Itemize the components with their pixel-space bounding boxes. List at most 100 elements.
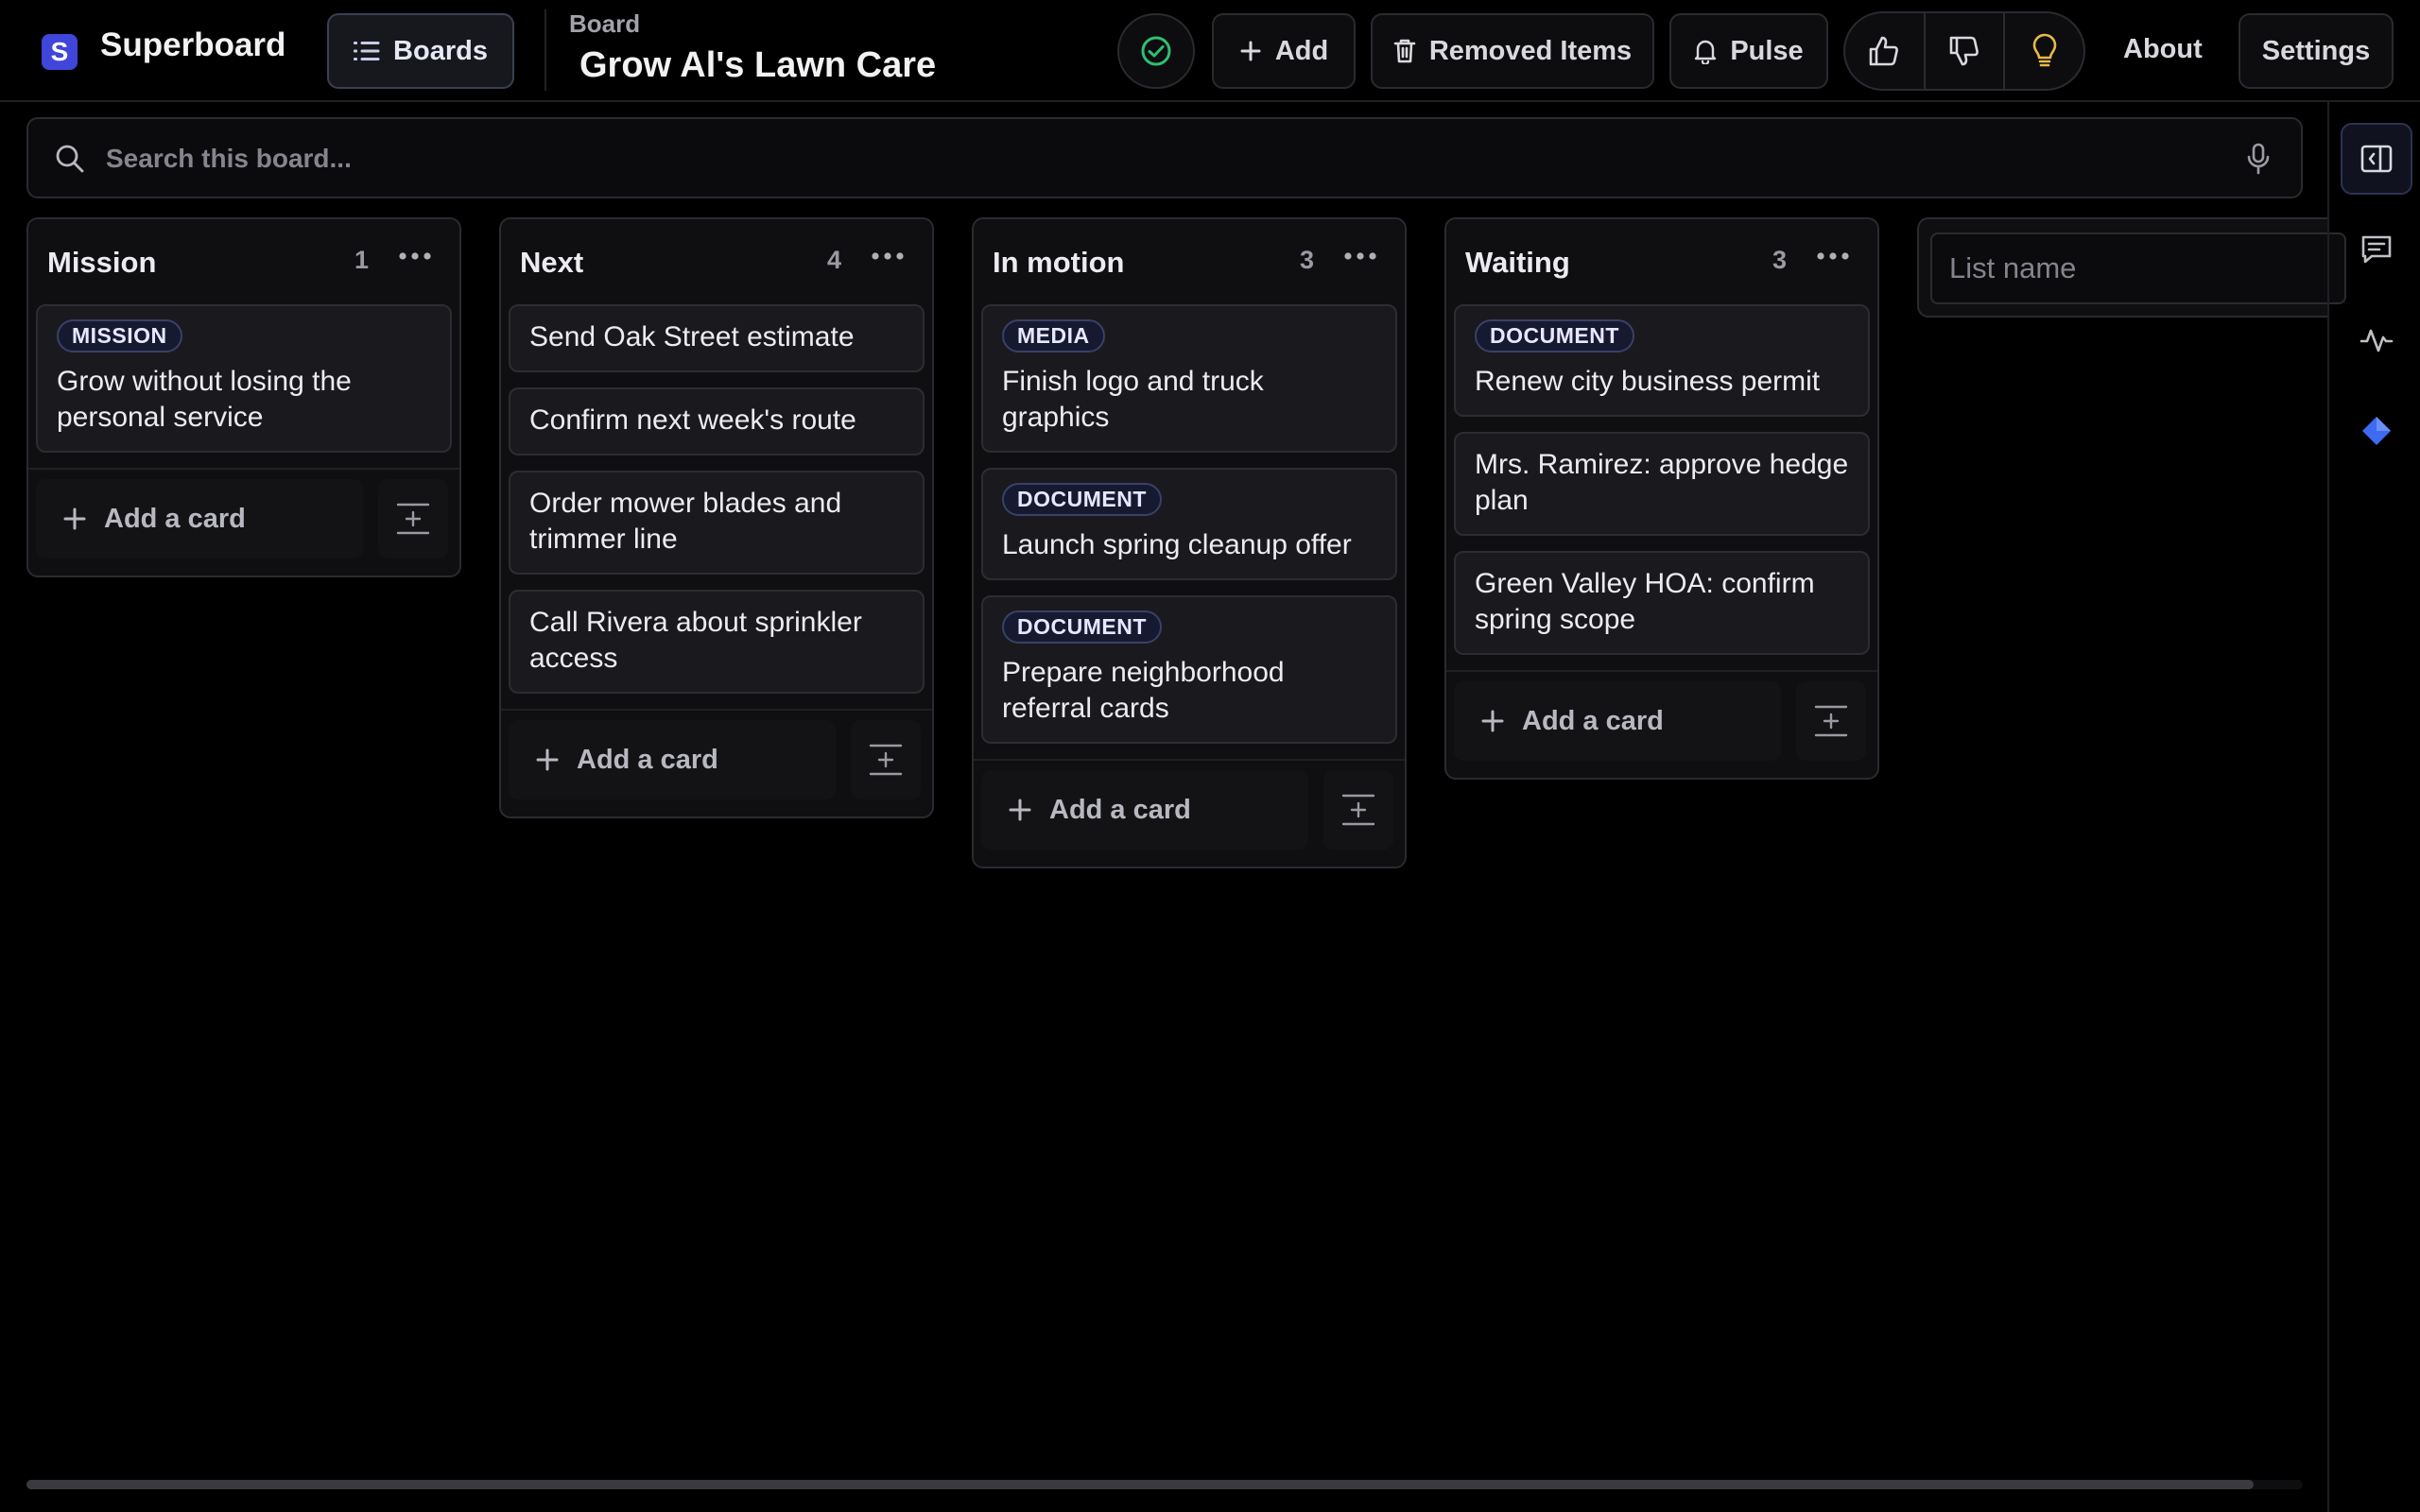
pulse-button[interactable]: Pulse	[1669, 13, 1828, 89]
horizontal-scrollbar-thumb[interactable]	[26, 1480, 2254, 1489]
header-divider	[544, 9, 546, 91]
removed-items-label: Removed Items	[1428, 35, 1633, 66]
thumbs-up-button[interactable]	[1845, 13, 1926, 89]
settings-button-label: Settings	[2261, 35, 2371, 66]
plus-icon	[1239, 40, 1262, 62]
list-count: 3	[1299, 246, 1314, 274]
right-rail	[2327, 102, 2420, 1512]
trash-icon	[1393, 38, 1416, 64]
list-count: 4	[826, 246, 841, 274]
more-icon[interactable]	[399, 251, 431, 261]
template-icon	[1814, 704, 1848, 738]
card-title: Prepare neighborhood referral cards	[1002, 657, 1285, 724]
new-list-panel	[1917, 217, 2346, 318]
ai-assistant-button[interactable]	[2341, 395, 2412, 467]
card-template-button[interactable]	[378, 479, 448, 558]
pulse-button-label: Pulse	[1730, 35, 1804, 66]
template-icon	[1341, 793, 1375, 827]
card-title: Confirm next week's route	[529, 404, 856, 436]
check-circle-icon	[1139, 34, 1173, 68]
card[interactable]: Send Oak Street estimate	[509, 304, 925, 372]
plus-icon	[535, 747, 560, 772]
list-name-input[interactable]	[1930, 232, 2346, 304]
add-card-button[interactable]: Add a card	[509, 720, 836, 799]
list-title[interactable]: Mission	[47, 246, 156, 280]
thumbs-down-icon	[1947, 34, 1981, 68]
add-card-button[interactable]: Add a card	[1454, 681, 1781, 761]
card-title: Green Valley HOA: confirm spring scope	[1475, 568, 1815, 635]
card-title: Renew city business permit	[1475, 366, 1821, 397]
card-template-button[interactable]	[1796, 681, 1866, 761]
board-label: Board	[569, 9, 641, 38]
app-logo[interactable]: S	[42, 34, 78, 70]
list-waiting: Waiting 3 DOCUMENT Renew city business p…	[1444, 217, 1879, 780]
sidebar-toggle-button[interactable]	[2341, 123, 2412, 195]
microphone-icon[interactable]	[2246, 142, 2271, 176]
card-title: Grow without losing the personal service	[57, 366, 352, 433]
more-icon[interactable]	[872, 251, 904, 261]
card[interactable]: Mrs. Ramirez: approve hedge plan	[1454, 432, 1870, 536]
card-title: Finish logo and truck graphics	[1002, 366, 1264, 433]
card-tag: DOCUMENT	[1002, 483, 1162, 516]
board-search	[26, 117, 2303, 198]
card-title: Mrs. Ramirez: approve hedge plan	[1475, 449, 1849, 516]
card-tag: DOCUMENT	[1475, 319, 1634, 352]
activity-icon	[2360, 326, 2394, 354]
card-tag: MISSION	[57, 319, 182, 352]
list-next: Next 4 Send Oak Street estimate Confirm …	[499, 217, 934, 818]
sidebar-toggle-icon	[2360, 145, 2393, 173]
card[interactable]: Call Rivera about sprinkler access	[509, 590, 925, 694]
gem-icon	[2360, 415, 2393, 447]
card[interactable]: DOCUMENT Prepare neighborhood referral c…	[981, 595, 1397, 744]
bell-icon	[1694, 38, 1717, 64]
thumbs-down-button[interactable]	[1926, 13, 2006, 89]
card[interactable]: Green Valley HOA: confirm spring scope	[1454, 551, 1870, 655]
add-card-button[interactable]: Add a card	[981, 770, 1308, 850]
board-title[interactable]: Grow Al's Lawn Care	[579, 45, 936, 86]
template-icon	[396, 502, 430, 536]
settings-button[interactable]: Settings	[2238, 13, 2394, 89]
search-input[interactable]	[104, 136, 2187, 181]
boards-button-label: Boards	[393, 35, 488, 66]
about-link[interactable]: About	[2123, 34, 2203, 65]
boards-button[interactable]: Boards	[327, 13, 514, 89]
template-icon	[869, 743, 903, 777]
list-title[interactable]: In motion	[993, 246, 1124, 280]
add-card-button[interactable]: Add a card	[36, 479, 363, 558]
thumbs-up-icon	[1867, 34, 1901, 68]
comments-button[interactable]	[2341, 214, 2412, 285]
list-title[interactable]: Waiting	[1465, 246, 1570, 280]
card[interactable]: MEDIA Finish logo and truck graphics	[981, 304, 1397, 453]
list-icon	[354, 40, 380, 62]
more-icon[interactable]	[1817, 251, 1849, 261]
list-title[interactable]: Next	[520, 246, 583, 280]
card[interactable]: DOCUMENT Launch spring cleanup offer	[981, 468, 1397, 580]
sync-status-button[interactable]	[1117, 13, 1195, 89]
lightbulb-icon	[2031, 33, 2059, 69]
plus-icon	[62, 507, 87, 531]
add-button[interactable]: Add	[1212, 13, 1356, 89]
card-template-button[interactable]	[851, 720, 921, 799]
comment-icon	[2360, 234, 2393, 265]
card[interactable]: Confirm next week's route	[509, 387, 925, 455]
removed-items-button[interactable]: Removed Items	[1371, 13, 1654, 89]
top-bar: S Superboard Boards Board Grow Al's Lawn…	[0, 0, 2420, 102]
card-title: Order mower blades and trimmer line	[529, 488, 842, 555]
card-title: Send Oak Street estimate	[529, 321, 855, 352]
list-in-motion: In motion 3 MEDIA Finish logo and truck …	[972, 217, 1407, 868]
list-mission: Mission 1 MISSION Grow without losing th…	[26, 217, 461, 577]
card-template-button[interactable]	[1323, 770, 1393, 850]
plus-icon	[1480, 709, 1505, 733]
search-icon	[55, 144, 85, 174]
idea-button[interactable]	[2005, 13, 2083, 89]
more-icon[interactable]	[1344, 251, 1376, 261]
card[interactable]: MISSION Grow without losing the personal…	[36, 304, 452, 453]
card[interactable]: Order mower blades and trimmer line	[509, 471, 925, 575]
card-title: Call Rivera about sprinkler access	[529, 607, 862, 674]
app-name[interactable]: Superboard	[100, 26, 285, 64]
card[interactable]: DOCUMENT Renew city business permit	[1454, 304, 1870, 417]
activity-button[interactable]	[2341, 304, 2412, 376]
feedback-group	[1843, 11, 2085, 91]
add-card-label: Add a card	[1049, 794, 1191, 825]
add-button-label: Add	[1274, 35, 1329, 66]
